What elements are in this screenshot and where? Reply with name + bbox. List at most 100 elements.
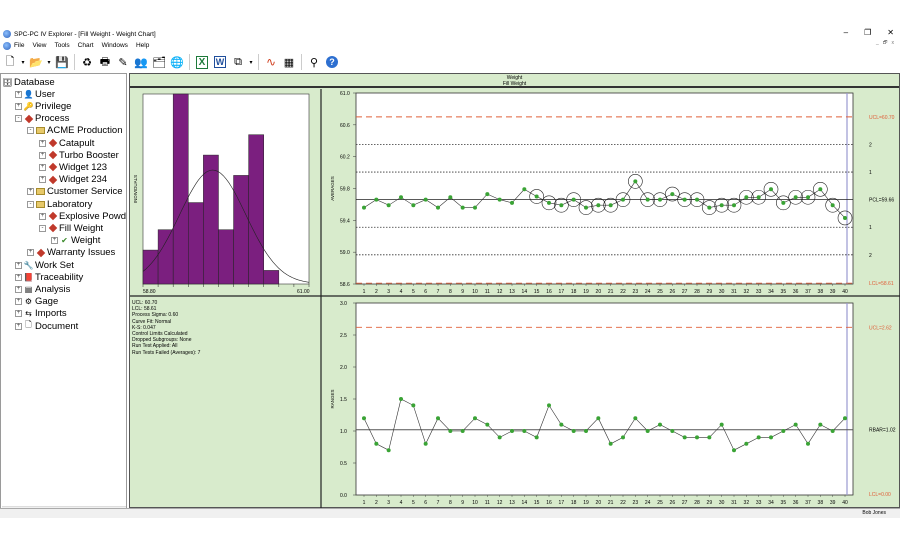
tree-item-user[interactable]: + 👤 User <box>15 88 55 100</box>
averages-xtick-label: 32 <box>744 289 750 295</box>
tree-item-traceability[interactable]: + 📕 Traceability <box>15 271 83 283</box>
averages-ytick-label: 59.8 <box>340 187 350 193</box>
expand-icon[interactable]: + <box>27 188 34 196</box>
expand-icon[interactable]: + <box>39 163 46 171</box>
tree-item-catapult[interactable]: + Catapult <box>39 137 94 149</box>
averages-point <box>534 194 539 199</box>
line-chart-button[interactable]: ∿ <box>263 54 279 70</box>
menu-tools[interactable]: Tools <box>54 41 69 51</box>
expand-icon[interactable]: + <box>39 212 46 220</box>
tree-item-turbo-booster[interactable]: + Turbo Booster <box>39 149 119 161</box>
collapse-icon[interactable]: - <box>27 127 34 135</box>
dropdown-arrow-icon[interactable]: ▾ <box>248 59 254 66</box>
maximize-button[interactable]: ❐ <box>864 28 871 37</box>
tree-item-imports[interactable]: + ⇆ Imports <box>15 308 67 320</box>
tree-item-database[interactable]: 🗄 Database <box>2 76 54 88</box>
expand-icon[interactable]: + <box>39 151 46 159</box>
averages-xtick-label: 3 <box>387 289 390 295</box>
word-button[interactable]: W <box>212 54 228 70</box>
tree-item-explosive-powder[interactable]: + Explosive Powder <box>39 210 126 222</box>
process-diamond-icon <box>24 114 33 123</box>
process-diamond-icon <box>48 138 57 148</box>
expand-icon[interactable]: + <box>27 249 34 257</box>
menu-help[interactable]: Help <box>136 41 149 51</box>
tree-item-analysis[interactable]: + ▤ Analysis <box>15 283 70 295</box>
edit-button[interactable]: ✎ <box>115 54 131 70</box>
expand-icon[interactable]: + <box>15 261 22 269</box>
tree-item-widget-123[interactable]: + Widget 123 <box>39 161 107 173</box>
collapse-icon[interactable]: - <box>39 224 46 232</box>
tree-item-widget-234[interactable]: + Widget 234 <box>39 174 107 186</box>
menu-view[interactable]: View <box>32 41 46 51</box>
child-close-button[interactable]: x <box>892 40 895 48</box>
save-button[interactable]: 💾 <box>54 54 70 70</box>
averages-xtick-label: 35 <box>781 289 787 295</box>
new-button[interactable]: 🗋 <box>2 54 18 70</box>
minimize-button[interactable]: – <box>844 28 848 37</box>
averages-point <box>621 197 625 202</box>
expand-icon[interactable]: + <box>39 139 46 147</box>
ranges-point <box>485 422 490 427</box>
ranges-point <box>781 429 786 433</box>
tree-item-fill-weight[interactable]: - Fill Weight <box>39 222 103 234</box>
tree-item-warranty-issues[interactable]: + Warranty Issues <box>27 247 115 259</box>
expand-icon[interactable]: + <box>15 90 22 98</box>
copy-button[interactable]: ⧉ <box>230 54 246 70</box>
table-icon: ▦ <box>283 56 295 69</box>
expand-icon[interactable]: + <box>15 273 22 281</box>
dropdown-arrow-icon[interactable]: ▾ <box>46 59 52 66</box>
averages-point <box>485 192 490 197</box>
refresh-button[interactable]: ♻ <box>79 54 95 70</box>
ranges-xtick-label: 2 <box>375 500 378 506</box>
averages-xtick-label: 11 <box>485 289 490 295</box>
window-controls: – ❐ ✕ <box>844 28 894 37</box>
averages-xtick-label: 19 <box>583 289 589 295</box>
expand-icon[interactable]: + <box>39 176 46 184</box>
tree-item-privilege[interactable]: + 🔑 Privilege <box>15 100 71 112</box>
excel-button[interactable]: X <box>194 54 210 70</box>
menu-windows[interactable]: Windows <box>102 41 128 51</box>
tree-item-document[interactable]: + 🗋 Document <box>15 320 78 332</box>
tree-item-customer-service[interactable]: + Customer Service <box>27 186 123 198</box>
tree-item-acme-production[interactable]: - ACME Production <box>27 125 123 137</box>
expand-icon[interactable]: + <box>15 310 22 318</box>
binoculars-button[interactable]: ⚲ <box>306 54 322 70</box>
imports-icon: ⇆ <box>25 309 32 319</box>
child-restore-button[interactable]: 🗗 <box>883 40 888 48</box>
child-minimize-button[interactable]: _ <box>876 40 879 48</box>
dropdown-arrow-icon[interactable]: ▾ <box>20 59 26 66</box>
folder-chart-button[interactable]: 🗂 <box>151 54 167 70</box>
averages-point <box>411 203 416 208</box>
averages-xtick-label: 40 <box>842 289 848 295</box>
print-button[interactable]: 🖶 <box>97 54 113 70</box>
tree-item-work-set[interactable]: + 🔧 Work Set <box>15 259 74 271</box>
menu-file[interactable]: File <box>14 41 24 51</box>
histogram-xlabel-max: 61.00 <box>297 289 310 295</box>
open-folder-button[interactable]: 📂 <box>28 54 44 70</box>
collapse-icon[interactable]: - <box>27 200 34 208</box>
tree-item-weight[interactable]: + ✔ Weight <box>51 235 100 247</box>
expand-icon[interactable]: + <box>51 237 58 245</box>
sigma-zone-label: 1 <box>869 225 872 231</box>
help-button[interactable]: ? <box>324 54 340 70</box>
table-button[interactable]: ▦ <box>281 54 297 70</box>
close-button[interactable]: ✕ <box>887 28 894 37</box>
ranges-point <box>793 422 798 427</box>
menu-chart[interactable]: Chart <box>78 41 94 51</box>
expand-icon[interactable]: + <box>15 285 22 293</box>
collapse-icon[interactable]: - <box>15 115 22 123</box>
expand-icon[interactable]: + <box>15 322 22 330</box>
tree-item-laboratory[interactable]: - Laboratory <box>27 198 92 210</box>
tree-item-gage[interactable]: + ⚙ Gage <box>15 296 58 308</box>
expand-icon[interactable]: + <box>15 298 22 306</box>
ranges-xtick-label: 6 <box>424 500 427 506</box>
averages-point <box>633 179 638 184</box>
tree-item-process[interactable]: - Process <box>15 113 69 125</box>
averages-xtick-label: 26 <box>670 289 676 295</box>
globe-button[interactable]: 🌐 <box>169 54 185 70</box>
expand-icon[interactable]: + <box>15 102 22 110</box>
averages-xtick-label: 22 <box>620 289 626 295</box>
ranges-point <box>695 435 699 440</box>
users-button[interactable]: 👥 <box>133 54 149 70</box>
ranges-ytick-label: 2.0 <box>340 365 347 371</box>
